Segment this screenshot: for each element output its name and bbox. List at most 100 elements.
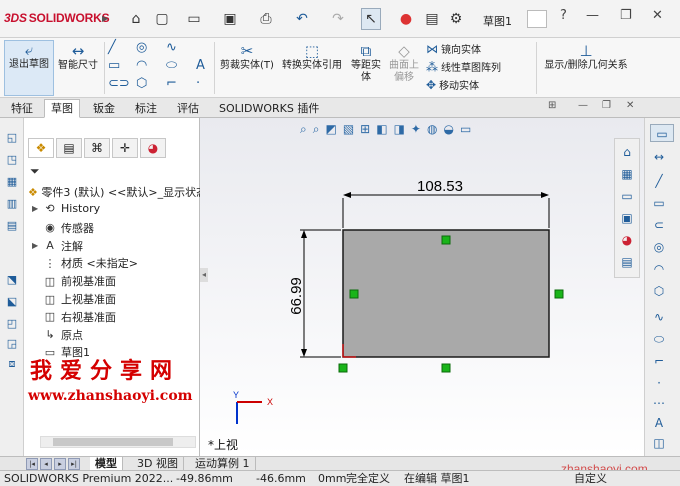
tab-markup[interactable]: 标注: [128, 99, 164, 118]
offset-entities-button[interactable]: ⧉ 等距实体: [348, 42, 384, 84]
panel-restore-icon[interactable]: ❐: [602, 100, 611, 111]
scrollbar-thumb[interactable]: [53, 438, 173, 446]
tree-item[interactable]: ◫ 右视基准面: [32, 309, 116, 325]
polygon-icon[interactable]: ⬡: [650, 282, 668, 300]
sketch-tool-icon[interactable]: ⬔: [4, 272, 20, 288]
arc-icon[interactable]: ◠: [136, 58, 147, 73]
save-icon[interactable]: ▣: [220, 8, 240, 30]
expand-arrow-icon[interactable]: ▶: [32, 204, 42, 213]
trim-entities-button[interactable]: ✂ 剪裁实体(T): [218, 42, 276, 72]
line-icon[interactable]: ╱: [108, 40, 116, 55]
rectangle-icon[interactable]: ▭: [108, 58, 120, 73]
search-input[interactable]: [527, 10, 547, 28]
tab-sketch[interactable]: 草图: [44, 99, 80, 118]
slot-icon[interactable]: ⊂: [650, 216, 668, 234]
spline-icon[interactable]: ∿: [166, 40, 177, 55]
sketch-tool-icon[interactable]: ◲: [4, 336, 20, 352]
move-entities-button[interactable]: ✥ 移动实体: [426, 77, 479, 93]
text-icon[interactable]: A: [196, 58, 205, 73]
ellipse-icon[interactable]: ⬭: [650, 330, 668, 348]
redo-icon[interactable]: ↷: [328, 8, 348, 30]
tree-item[interactable]: ◉ 传感器: [32, 220, 94, 236]
smart-dimension-button[interactable]: ↔ 智能尺寸: [56, 42, 100, 72]
horizontal-relation-icon[interactable]: [441, 235, 451, 245]
select-icon[interactable]: ↖: [361, 8, 381, 30]
linear-pattern-button[interactable]: ⁂ 线性草图阵列: [426, 59, 501, 75]
last-tab-icon[interactable]: ▸|: [68, 458, 80, 470]
feature-tree-icon[interactable]: ❖: [28, 138, 54, 158]
height-dimension-text[interactable]: 66.99: [288, 277, 305, 315]
fillet-icon[interactable]: ⌐: [650, 352, 668, 370]
sketch-tool-icon[interactable]: ◳: [4, 152, 20, 168]
first-tab-icon[interactable]: |◂: [26, 458, 38, 470]
sketch-tool-icon[interactable]: ◰: [4, 316, 20, 332]
file-explorer-icon[interactable]: ▭: [618, 187, 636, 205]
slot-icon[interactable]: ⊂⊃: [108, 76, 130, 91]
tree-item[interactable]: ↳ 原点: [32, 327, 83, 343]
expand-arrow-icon[interactable]: ▶: [32, 241, 42, 250]
view-palette-icon[interactable]: ▣: [618, 209, 636, 227]
vertical-relation-icon[interactable]: [554, 289, 564, 299]
tab-3d-view[interactable]: 3D 视图: [132, 457, 184, 471]
close-icon[interactable]: ✕: [652, 8, 663, 23]
display-relations-button[interactable]: ⊥ 显示/删除几何关系: [540, 42, 632, 72]
spline-icon[interactable]: ∿: [650, 308, 668, 326]
line-icon[interactable]: ╱: [650, 172, 668, 190]
circle-icon[interactable]: ◎: [650, 238, 668, 256]
sketch-tool-icon[interactable]: ▥: [4, 196, 20, 212]
tab-model[interactable]: 模型: [90, 457, 123, 471]
pin-icon[interactable]: ⊞: [548, 100, 556, 111]
smart-dimension-icon[interactable]: ↔: [650, 148, 668, 166]
sketch-tool-icon[interactable]: ◱: [4, 130, 20, 146]
ellipse-icon[interactable]: ⬭: [166, 58, 177, 73]
tab-evaluate[interactable]: 评估: [170, 99, 206, 118]
sketch-tool-icon[interactable]: ▦: [4, 174, 20, 190]
undo-icon[interactable]: ↶: [292, 8, 312, 30]
coincident-relation-icon[interactable]: [338, 363, 348, 373]
sketch-tool-icon[interactable]: ▤: [4, 218, 20, 234]
home-icon[interactable]: ⌂: [618, 143, 636, 161]
appearances-icon[interactable]: ◕: [618, 231, 636, 249]
panel-close-icon[interactable]: ✕: [626, 100, 634, 111]
exit-sketch-button[interactable]: ⤶ 退出草图: [4, 40, 54, 96]
previous-tab-icon[interactable]: ◂: [40, 458, 52, 470]
tab-motion-study[interactable]: 运动算例 1: [190, 457, 256, 471]
graphics-area[interactable]: ⌕ ⌕ ◩ ▧ ⊞ ◧ ◨ ✦ ◍ ◒ ▭ 108.53 66.99 X Y *…: [200, 118, 644, 456]
tree-item[interactable]: ⋮ 材质 <未指定>: [32, 255, 138, 271]
centerline-icon[interactable]: ⋯: [650, 394, 668, 412]
tab-features[interactable]: 特征: [4, 99, 40, 118]
property-manager-icon[interactable]: ▤: [56, 138, 82, 158]
sketch-entity-icon[interactable]: ▭: [650, 124, 674, 142]
offset-surface-button[interactable]: ◇ 曲面上偏移: [386, 42, 422, 84]
point-icon[interactable]: ·: [650, 374, 668, 392]
sketch-tool-icon[interactable]: ⬕: [4, 294, 20, 310]
plane-icon[interactable]: ◫: [650, 434, 668, 452]
restore-icon[interactable]: ❐: [620, 8, 632, 23]
point-icon[interactable]: ·: [196, 76, 200, 91]
custom-properties-icon[interactable]: ▤: [618, 253, 636, 271]
status-custom-units[interactable]: 自定义: [574, 471, 607, 486]
sketch-rectangle[interactable]: [342, 229, 550, 358]
horizontal-scrollbar[interactable]: [40, 436, 196, 448]
tree-root-part[interactable]: ❖ 零件3 (默认) <<默认>_显示状态: [28, 184, 200, 200]
dimxpert-icon[interactable]: ✛: [112, 138, 138, 158]
circle-icon[interactable]: ◎: [136, 40, 147, 55]
panel-minimize-icon[interactable]: —: [578, 100, 588, 111]
tree-item[interactable]: ◫ 前视基准面: [32, 273, 116, 289]
horizontal-relation-icon[interactable]: [441, 363, 451, 373]
print-icon[interactable]: ⎙: [256, 8, 276, 30]
new-icon[interactable]: ▢: [152, 8, 172, 30]
tree-item[interactable]: ◫ 上视基准面: [32, 291, 116, 307]
options-icon[interactable]: ⚙: [448, 8, 464, 30]
tree-item[interactable]: ▶ A 注解: [32, 238, 83, 254]
panel-collapse-arrow-icon[interactable]: ◂: [200, 268, 208, 282]
open-icon[interactable]: ▭: [184, 8, 204, 30]
convert-entities-button[interactable]: ⬚ 转换实体引用: [278, 42, 346, 72]
mirror-entities-button[interactable]: ⋈ 镜向实体: [426, 41, 481, 57]
vertical-relation-icon[interactable]: [349, 289, 359, 299]
file-props-icon[interactable]: ▤: [424, 8, 440, 30]
filter-icon[interactable]: ⏷: [30, 164, 40, 179]
menu-caret-icon[interactable]: ▶: [102, 14, 108, 23]
configuration-manager-icon[interactable]: ⌘: [84, 138, 110, 158]
text-icon[interactable]: A: [650, 414, 668, 432]
